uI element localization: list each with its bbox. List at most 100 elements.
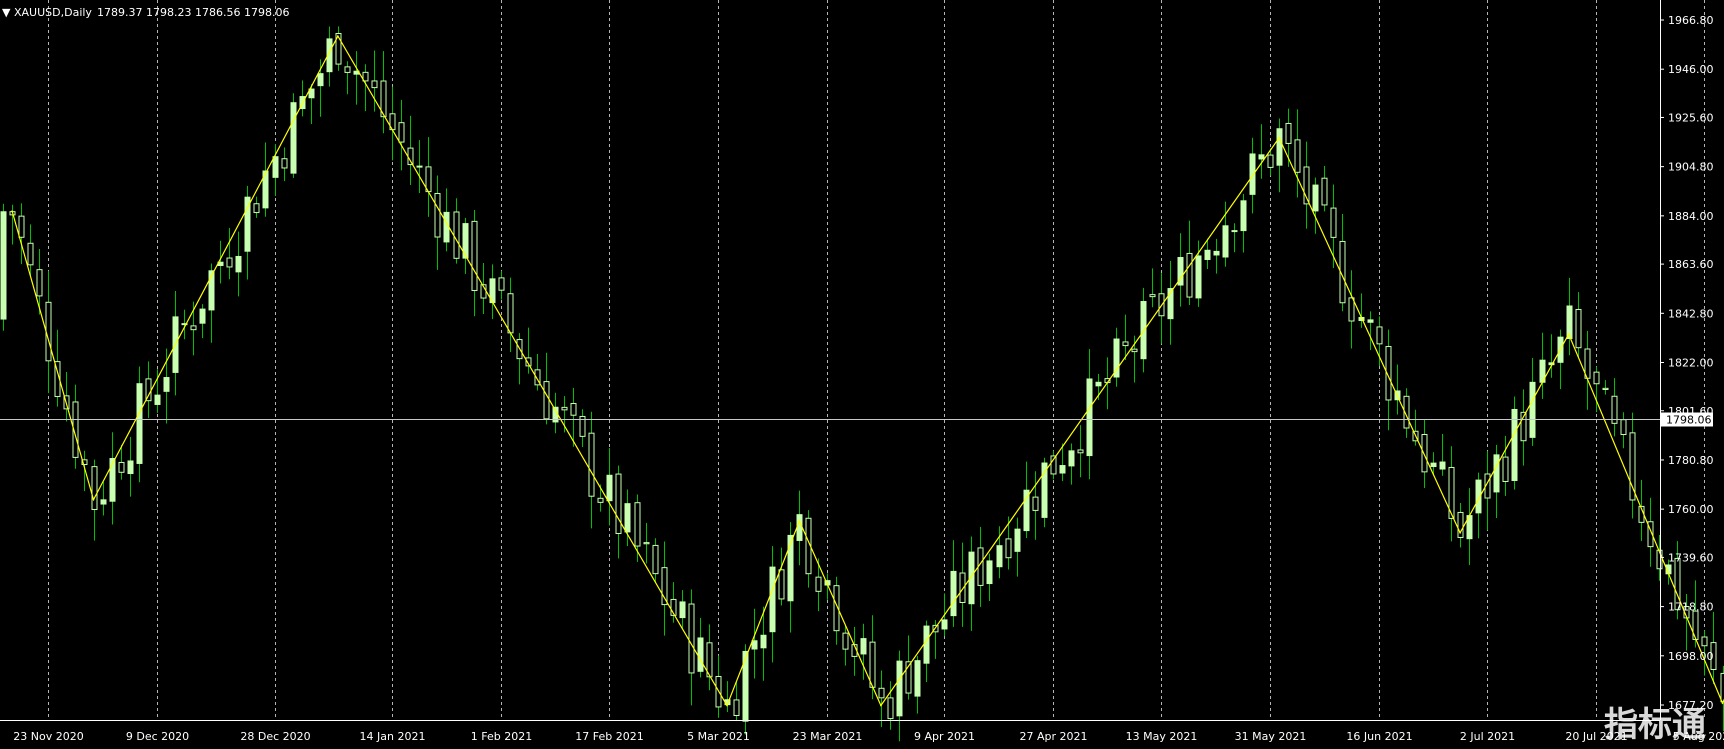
candle-body [1593, 371, 1600, 385]
candle-body [199, 308, 206, 324]
x-tick-label: 23 Mar 2021 [793, 730, 863, 743]
candle-body [453, 211, 460, 259]
x-tick-label: 14 Jan 2021 [360, 730, 426, 743]
zigzag-pivot [726, 704, 728, 707]
chart-window[interactable]: 1798.06 23 Nov 2020 9 Dec 2020 28 Dec 2020… [0, 0, 1724, 749]
watermark-logo: 指标通 [1604, 705, 1706, 745]
candle-body [371, 80, 378, 89]
candle-body [1493, 454, 1500, 493]
candle-body [1529, 381, 1536, 438]
y-tick-label: 1822.00 [1668, 357, 1714, 370]
candle-body [18, 215, 25, 238]
candle-body [1086, 378, 1093, 457]
candle-body [1068, 450, 1075, 467]
candle-body [226, 257, 233, 268]
candle-body [1204, 249, 1211, 260]
y-tick-label: 1884.00 [1668, 210, 1714, 223]
candle-body [679, 601, 686, 619]
candle-body [769, 566, 776, 633]
x-tick-label: 9 Dec 2020 [126, 730, 189, 743]
y-tick-label: 1780.80 [1668, 454, 1714, 467]
candle-body [1602, 387, 1609, 391]
y-tick-label: 1760.00 [1668, 503, 1714, 516]
candle-body [1430, 462, 1437, 468]
candle-body [253, 203, 260, 214]
candle-body [815, 576, 822, 592]
candle-body [760, 634, 767, 649]
candle-body [434, 192, 441, 238]
candle-body [896, 660, 903, 717]
candle-body [154, 394, 161, 405]
chart-background [0, 0, 1724, 749]
candle-body [281, 158, 288, 169]
candle-body [652, 544, 659, 575]
y-tick-label: 1698.00 [1668, 650, 1714, 663]
y-tick-label: 1801.60 [1668, 405, 1714, 418]
candle-body [290, 102, 297, 174]
chart-menu-icon[interactable]: ▼ [2, 6, 11, 19]
candle-body [643, 542, 650, 545]
candle-body [733, 699, 740, 717]
ohlc-readout: 1789.37 1798.23 1786.56 1798.06 [97, 6, 289, 19]
candle-body [27, 242, 34, 266]
x-tick-label: 1 Feb 2021 [471, 730, 532, 743]
candle-body [624, 503, 631, 533]
candle-body [1014, 528, 1021, 552]
candle-body [1330, 207, 1337, 238]
candle-body [1041, 462, 1048, 518]
candle-body [634, 502, 641, 547]
candle-body [36, 269, 43, 297]
x-tick-label: 13 May 2021 [1126, 730, 1198, 743]
candle-body [443, 211, 450, 243]
candle-body [136, 383, 143, 464]
candle-body [950, 570, 957, 617]
x-tick-label: 23 Nov 2020 [13, 730, 83, 743]
candle-body [1348, 297, 1355, 322]
y-tick-label: 1966.80 [1668, 14, 1714, 27]
candle-body [498, 277, 505, 291]
zigzag-pivot [1567, 333, 1570, 335]
price-chart[interactable]: 1798.06 23 Nov 2020 9 Dec 2020 28 Dec 2020… [0, 0, 1724, 749]
candle-body [561, 406, 568, 411]
candle-body [1421, 433, 1428, 473]
candle-body [1439, 461, 1446, 470]
candle-body [860, 638, 867, 655]
candle-body [1620, 419, 1627, 436]
candle-body [751, 640, 758, 650]
zigzag-pivot [92, 498, 95, 501]
candle-body [1149, 294, 1156, 298]
candle-body [471, 220, 478, 292]
candle-body [606, 474, 613, 502]
candle-body [842, 632, 849, 650]
y-tick-label: 1739.60 [1668, 551, 1714, 564]
x-tick-label: 17 Feb 2021 [575, 730, 643, 743]
candle-body [543, 381, 550, 420]
candle-body [272, 156, 279, 178]
candle-body [570, 403, 577, 416]
y-tick-label: 1718.80 [1668, 601, 1714, 614]
candle-body [986, 560, 993, 585]
candle-body [45, 301, 52, 362]
candle-body [878, 687, 885, 699]
candle-body [127, 460, 134, 475]
candle-body [1240, 200, 1247, 232]
zigzag-pivot [1278, 136, 1280, 139]
candle-body [1186, 252, 1193, 298]
candle-body [1367, 319, 1374, 323]
candle-body [163, 377, 170, 392]
candle-body [1294, 139, 1301, 173]
candle-body [1312, 184, 1319, 212]
candle-body [1502, 456, 1509, 482]
candle-body [914, 660, 921, 697]
x-tick-label: 5 Mar 2021 [687, 730, 750, 743]
y-tick-label: 1863.60 [1668, 258, 1714, 271]
candle-body [1059, 465, 1066, 474]
candle-body [416, 165, 423, 168]
candle-body [1077, 449, 1084, 454]
candle-body [778, 569, 785, 600]
candle-body [1231, 230, 1238, 233]
candle-body [1575, 308, 1582, 349]
y-tick-label: 1904.80 [1668, 161, 1714, 174]
candle-body [996, 545, 1003, 568]
candle-body [1095, 381, 1102, 387]
